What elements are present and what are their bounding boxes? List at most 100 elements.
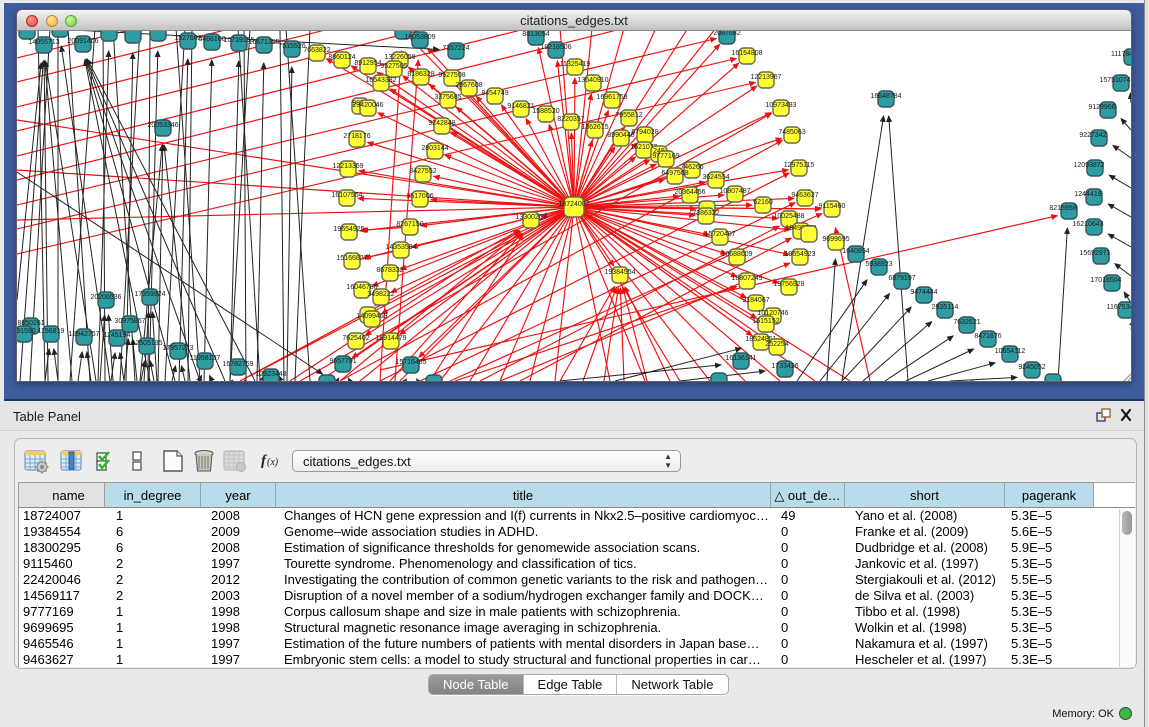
svg-text:14353594: 14353594 [385, 244, 416, 251]
svg-text:2935114: 2935114 [932, 304, 959, 311]
svg-text:7485063: 7485063 [778, 129, 805, 136]
svg-text:20091406: 20091406 [67, 38, 98, 45]
svg-text:23420046: 23420046 [352, 102, 383, 109]
svg-text:16648784: 16648784 [870, 93, 901, 100]
svg-text:7515526: 7515526 [278, 43, 305, 50]
svg-text:15692971: 15692971 [1079, 250, 1110, 257]
svg-text:9245052: 9245052 [1018, 364, 1045, 371]
svg-text:9242848: 9242848 [428, 120, 455, 127]
svg-text:8220357: 8220357 [557, 116, 584, 123]
svg-text:9115460: 9115460 [819, 203, 846, 210]
svg-text:8471676: 8471676 [974, 333, 1001, 340]
svg-text:(x): (x) [267, 457, 279, 468]
svg-text:8678332: 8678332 [376, 267, 403, 274]
svg-text:12923448: 12923448 [255, 371, 286, 378]
svg-text:3375685: 3375685 [434, 94, 461, 101]
svg-text:17359924: 17359924 [134, 291, 165, 298]
svg-text:20206536: 20206536 [90, 294, 121, 301]
svg-text:14055713: 14055713 [28, 39, 59, 46]
svg-text:11958107: 11958107 [190, 355, 221, 362]
svg-text:16053809: 16053809 [404, 34, 435, 41]
svg-text:5938923: 5938923 [865, 261, 892, 268]
svg-text:15751074: 15751074 [1099, 77, 1130, 84]
svg-text:16914479: 16914479 [375, 335, 406, 342]
svg-text:15166827: 15166827 [336, 255, 367, 262]
svg-text:1156819: 1156819 [38, 328, 65, 335]
svg-text:9777169: 9777169 [652, 153, 679, 160]
svg-text:13300203: 13300203 [515, 214, 546, 221]
svg-text:7955812: 7955812 [615, 112, 642, 119]
svg-text:8427552: 8427552 [409, 168, 436, 175]
svg-text:2087682: 2087682 [713, 31, 740, 37]
svg-text:9184067: 9184067 [742, 297, 769, 304]
svg-text:9227342: 9227342 [1079, 132, 1106, 139]
svg-text:12975115: 12975115 [784, 162, 815, 169]
svg-text:9517006: 9517006 [406, 193, 433, 200]
svg-text:16154808: 16154808 [731, 50, 762, 57]
svg-text:1244419: 1244419 [1074, 191, 1101, 198]
svg-text:9129966: 9129966 [1088, 104, 1115, 111]
svg-text:6497568: 6497568 [661, 170, 688, 177]
svg-text:2718176: 2718176 [343, 133, 370, 140]
svg-text:10025488: 10025488 [773, 213, 804, 220]
svg-text:62160: 62160 [753, 199, 773, 206]
svg-text:14099469: 14099469 [356, 313, 387, 320]
svg-text:11178404: 11178404 [1111, 51, 1131, 58]
svg-text:7663822: 7663822 [303, 47, 330, 54]
svg-text:16136141: 16136141 [725, 355, 756, 362]
svg-text:12213967: 12213967 [750, 74, 781, 81]
svg-text:16782759: 16782759 [222, 361, 253, 368]
svg-text:1145194: 1145194 [104, 332, 131, 339]
svg-text:10688609: 10688609 [721, 251, 752, 258]
svg-text:9699695: 9699695 [822, 236, 849, 243]
svg-text:1588520: 1588520 [532, 108, 559, 115]
svg-text:15716485: 15716485 [395, 359, 426, 366]
svg-text:6466160: 6466160 [198, 36, 225, 43]
svg-text:2867608: 2867608 [455, 82, 482, 89]
svg-text:2803144: 2803144 [421, 145, 448, 152]
svg-text:12505135: 12505135 [131, 340, 162, 347]
svg-text:19654923: 19654923 [784, 251, 815, 258]
svg-text:19654925: 19654925 [333, 226, 364, 233]
svg-text:9463627: 9463627 [791, 192, 818, 199]
svg-text:8860124: 8860124 [328, 54, 355, 61]
svg-text:10807487: 10807487 [719, 188, 750, 195]
svg-text:16543382: 16543382 [365, 77, 396, 84]
svg-text:1362615: 1362615 [581, 124, 608, 131]
svg-text:9146821: 9146821 [507, 103, 534, 110]
svg-text:7625402: 7625402 [342, 335, 369, 342]
svg-text:9474444: 9474444 [910, 289, 937, 296]
svg-text:7632621: 7632621 [953, 319, 980, 326]
svg-text:1167534: 1167534 [1107, 304, 1131, 311]
svg-text:19756928: 19756928 [773, 281, 804, 288]
svg-text:10973493: 10973493 [765, 102, 796, 109]
svg-text:7386322: 7386322 [692, 210, 719, 217]
svg-text:6879197: 6879197 [888, 275, 915, 282]
svg-text:20364456: 20364456 [674, 189, 705, 196]
svg-text:1615152: 1615152 [752, 318, 779, 325]
svg-text:3624554: 3624554 [702, 174, 729, 181]
svg-text:15720407: 15720407 [704, 231, 735, 238]
svg-text:7357224: 7357224 [442, 45, 469, 52]
svg-text:16046786: 16046786 [346, 284, 377, 291]
svg-text:11325419: 11325419 [560, 61, 591, 68]
svg-text:19384554: 19384554 [604, 269, 635, 276]
svg-text:8454749: 8454749 [481, 90, 508, 97]
svg-text:1733426: 1733426 [771, 363, 798, 370]
svg-text:8813054: 8813054 [522, 31, 549, 38]
svg-text:252254: 252254 [765, 341, 788, 348]
svg-text:9657791: 9657791 [329, 358, 356, 365]
svg-text:19218506: 19218506 [540, 44, 571, 51]
svg-text:6794028: 6794028 [631, 129, 658, 136]
svg-text:8186328: 8186328 [407, 71, 434, 78]
svg-text:16107554: 16107554 [331, 192, 362, 199]
svg-text:9527508: 9527508 [438, 72, 465, 79]
svg-text:13640910: 13640910 [577, 77, 608, 84]
svg-text:16210643: 16210643 [1072, 221, 1103, 228]
svg-text:12942757: 12942757 [68, 331, 99, 338]
svg-text:16961758: 16961758 [596, 94, 627, 101]
svg-text:17016504: 17016504 [1090, 277, 1121, 284]
svg-text:30975867: 30975867 [114, 318, 145, 325]
svg-text:391590: 391590 [17, 328, 36, 335]
svg-text:20053346: 20053346 [147, 122, 178, 129]
